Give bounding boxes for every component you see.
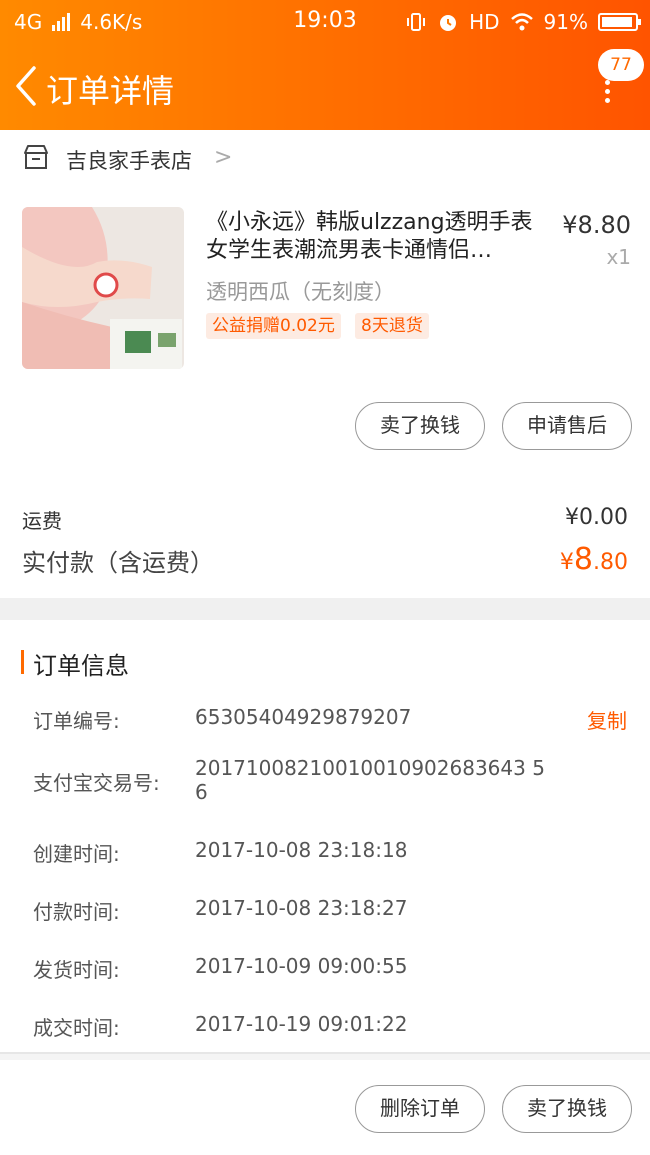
- back-arrow-icon[interactable]: [10, 64, 44, 108]
- shipping-label: 运费: [22, 509, 62, 533]
- status-bar: 4G 4.6K/s 19:03 HD 91%: [0, 0, 650, 44]
- chevron-right-icon: >: [214, 145, 233, 170]
- section-accent-bar: [21, 650, 24, 674]
- completed-time-label: 成交时间:: [33, 1016, 120, 1040]
- delete-order-button[interactable]: 删除订单: [355, 1085, 485, 1133]
- bottom-gap: [0, 1054, 650, 1060]
- order-number-value: 65305404929879207: [195, 705, 412, 729]
- battery-percent: 91%: [543, 10, 588, 34]
- shop-icon: [24, 145, 48, 169]
- resell-button[interactable]: 卖了换钱: [355, 402, 485, 450]
- vibrate-icon: [407, 13, 426, 31]
- product-sku: 透明西瓜（无刻度）: [206, 280, 395, 304]
- order-number-label: 订单编号:: [33, 709, 120, 733]
- after-sales-button[interactable]: 申请售后: [502, 402, 632, 450]
- more-menu-icon[interactable]: [600, 80, 614, 106]
- message-count-badge[interactable]: 77: [598, 49, 644, 81]
- copy-button[interactable]: 复制: [587, 705, 627, 734]
- shop-row[interactable]: 吉良家手表店 >: [0, 130, 650, 186]
- alarm-icon: [440, 15, 457, 31]
- shipped-time-label: 发货时间:: [33, 958, 120, 982]
- charity-tag: 公益捐赠0.02元: [206, 313, 341, 339]
- created-time-value: 2017-10-08 23:18:18: [195, 838, 408, 862]
- paid-currency: ¥: [559, 550, 574, 575]
- paid-time-label: 付款时间:: [33, 900, 120, 924]
- shipped-time-value: 2017-10-09 09:00:55: [195, 954, 408, 978]
- product-thumbnail[interactable]: [22, 207, 184, 369]
- battery-icon: [598, 13, 641, 31]
- return-policy-tag: 8天退货: [355, 313, 429, 339]
- paid-amount: ¥8.80: [560, 542, 628, 577]
- shop-name[interactable]: 吉良家手表店: [66, 145, 192, 175]
- hd-indicator: HD: [469, 10, 500, 34]
- product-title[interactable]: 《小永远》韩版ulzzang透明手表女学生表潮流男表卡通情侣…: [206, 209, 541, 265]
- completed-time-value: 2017-10-19 09:01:22: [195, 1012, 408, 1036]
- alipay-trade-label: 支付宝交易号:: [33, 771, 160, 795]
- created-time-label: 创建时间:: [33, 842, 120, 866]
- alipay-trade-value: 20171008210010010902683643 56: [195, 756, 545, 804]
- section-separator: [0, 598, 650, 620]
- paid-time-value: 2017-10-08 23:18:27: [195, 896, 408, 920]
- product-quantity: x1: [606, 245, 631, 269]
- paid-integer: 8: [573, 542, 593, 577]
- shipping-value: ¥0.00: [565, 505, 628, 530]
- wifi-icon: [510, 13, 533, 31]
- product-price: ¥8.80: [562, 211, 631, 239]
- resell-bottom-button[interactable]: 卖了换钱: [502, 1085, 632, 1133]
- paid-label: 实付款（含运费）: [22, 549, 214, 577]
- status-right: HD 91%: [405, 10, 641, 34]
- paid-decimal: .80: [593, 550, 628, 575]
- order-info-title: 订单信息: [33, 652, 129, 680]
- header: 4G 4.6K/s 19:03 HD 91% 订单详情 77: [0, 0, 650, 130]
- page-title: 订单详情: [46, 72, 175, 110]
